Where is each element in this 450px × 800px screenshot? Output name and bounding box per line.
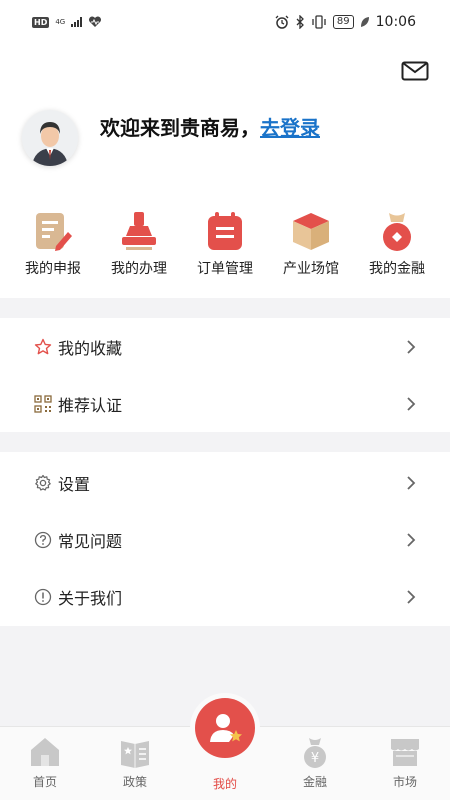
menu-group-settings: 设置 常见问题 关于我们	[0, 454, 450, 625]
box-icon	[293, 213, 329, 250]
quick-label: 我的办理	[111, 261, 167, 277]
market-icon	[391, 739, 419, 766]
bottom-tab-bar: 首页 政策 我的 ¥ 金融 市场	[0, 693, 450, 800]
bluetooth-icon	[296, 15, 304, 29]
user-avatar-icon	[22, 110, 78, 166]
policy-icon	[121, 741, 149, 768]
menu-label: 关于我们	[58, 588, 123, 608]
tab-finance[interactable]: ¥ 金融	[280, 727, 350, 800]
gear-icon	[34, 474, 52, 492]
calendar-icon	[208, 212, 242, 250]
network-type: 4G	[55, 17, 66, 26]
battery-level: 89	[332, 15, 354, 29]
mail-icon	[401, 61, 429, 81]
menu-label: 推荐认证	[58, 395, 123, 415]
stamp-icon	[122, 212, 156, 250]
alarm-icon	[275, 15, 289, 29]
menu-label: 我的收藏	[58, 338, 123, 358]
section-divider	[0, 298, 450, 318]
menu-item-recommend[interactable]: 推荐认证	[0, 375, 450, 432]
quick-item-finance[interactable]: 我的金融	[357, 210, 437, 278]
qr-icon	[34, 394, 52, 413]
signal-icon	[71, 17, 83, 27]
menu-item-faq[interactable]: 常见问题	[0, 511, 450, 568]
star-icon	[34, 338, 52, 356]
leaf-icon	[360, 17, 369, 27]
chevron-right-icon	[407, 589, 416, 604]
profile-icon	[195, 698, 255, 758]
tab-label: 我的	[212, 777, 237, 791]
question-icon	[34, 531, 52, 549]
chevron-right-icon	[407, 532, 416, 547]
menu-item-about[interactable]: 关于我们	[0, 568, 450, 625]
center-tab-bubble	[190, 693, 260, 763]
declare-icon	[36, 213, 72, 251]
status-left: HD 4G	[32, 16, 102, 28]
welcome-text: 欢迎来到贵商易，	[100, 116, 260, 140]
section-divider	[0, 432, 450, 452]
status-right: 89 10:06	[275, 14, 416, 30]
quick-item-venue[interactable]: 产业场馆	[271, 210, 351, 278]
quick-item-declare[interactable]: 我的申报	[13, 210, 93, 278]
money-bag-icon	[383, 213, 411, 251]
tab-label: 市场	[392, 775, 417, 789]
tab-label: 政策	[122, 775, 147, 789]
svg-text:¥: ¥	[311, 751, 319, 766]
quick-item-handle[interactable]: 我的办理	[99, 210, 179, 278]
menu-label: 常见问题	[58, 531, 123, 551]
info-icon	[34, 588, 52, 606]
vibrate-icon	[312, 15, 326, 29]
tab-market[interactable]: 市场	[370, 727, 440, 800]
chevron-right-icon	[407, 396, 416, 411]
tab-policy[interactable]: 政策	[100, 727, 170, 800]
menu-label: 设置	[58, 474, 91, 494]
clock-time: 10:06	[375, 14, 416, 30]
menu-group-favorites: 我的收藏 推荐认证	[0, 318, 450, 432]
chevron-right-icon	[407, 339, 416, 354]
quick-label: 我的金融	[369, 261, 425, 277]
tab-label: 金融	[302, 775, 327, 789]
tab-mine[interactable]: 我的	[190, 693, 260, 800]
avatar[interactable]	[22, 110, 78, 166]
quick-label: 订单管理	[197, 261, 253, 277]
heart-rate-icon	[89, 16, 102, 27]
quick-actions: 我的申报 我的办理 订单管理 产业场馆 我的金融	[0, 210, 450, 278]
welcome-message: 欢迎来到贵商易，去登录	[100, 112, 320, 141]
quick-label: 产业场馆	[283, 261, 339, 277]
tab-home[interactable]: 首页	[10, 727, 80, 800]
hd-badge: HD	[32, 16, 50, 28]
finance-icon: ¥	[304, 738, 326, 768]
status-bar: HD 4G 89 10:06	[0, 0, 450, 44]
mail-button[interactable]	[401, 61, 429, 81]
chevron-right-icon	[407, 475, 416, 490]
menu-item-settings[interactable]: 设置	[0, 454, 450, 511]
home-icon	[31, 738, 59, 766]
quick-label: 我的申报	[25, 261, 81, 277]
login-link[interactable]: 去登录	[260, 116, 320, 140]
tab-label: 首页	[32, 775, 57, 789]
quick-item-orders[interactable]: 订单管理	[185, 210, 265, 278]
menu-item-favorites[interactable]: 我的收藏	[0, 318, 450, 375]
